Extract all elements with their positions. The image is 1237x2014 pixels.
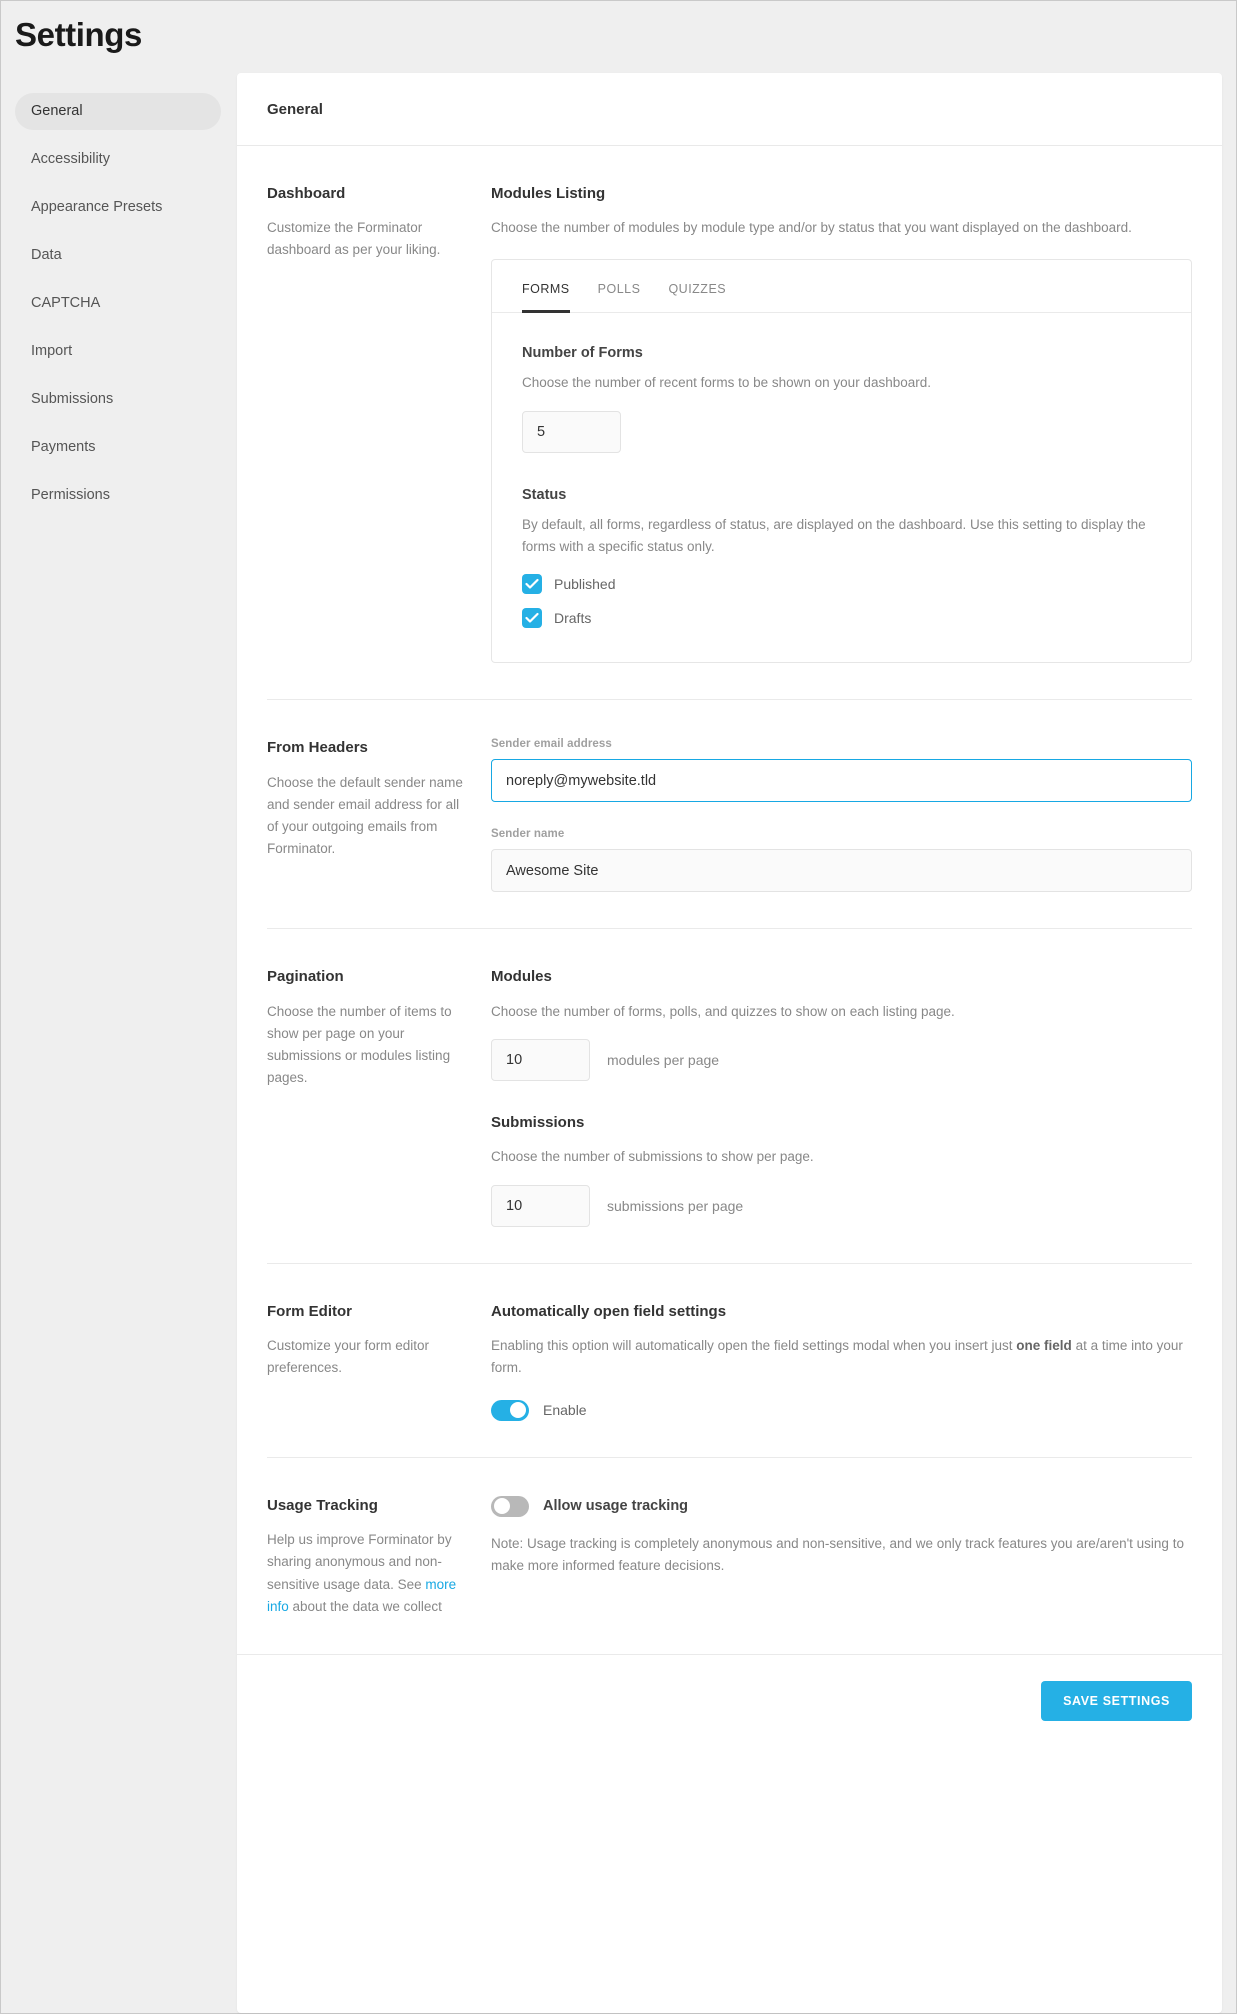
modules-listing-desc: Choose the number of modules by module t… [491,220,1132,236]
usage-tracking-desc-before: Help us improve Forminator by sharing an… [267,1532,452,1592]
modules-per-page-input[interactable] [491,1038,590,1081]
sidebar-item-import[interactable]: Import [15,333,221,370]
submissions-per-page-input[interactable] [491,1184,590,1227]
status-option-drafts-label: Drafts [554,610,592,627]
section-dashboard-left: Dashboard Customize the Forminator dashb… [267,184,491,664]
auto-open-toggle-label: Enable [543,1402,587,1419]
usage-tracking-desc-after: about the data we collect [288,1599,442,1615]
modules-per-page-suffix: modules per page [607,1051,720,1068]
usage-tracking-toggle-label: Allow usage tracking [543,1498,689,1515]
tabpanel-forms: Number of Forms Choose the number of rec… [492,313,1191,662]
settings-page: Settings General Accessibility Appearanc… [0,0,1237,2014]
card-footer: SAVE SETTINGS [237,1654,1222,1747]
modules-listing-tabbox: FORMS POLLS QUIZZES Number of Forms Choo… [491,259,1192,664]
section-from-headers: From Headers Choose the default sender n… [267,700,1192,930]
usage-tracking-toggle[interactable] [491,1495,529,1517]
section-pagination-right: Modules Choose the number of forms, poll… [491,967,1192,1227]
auto-open-desc-bold: one field [1016,1338,1072,1354]
pagination-modules-field: modules per page [491,1038,1192,1081]
status-title: Status [522,486,567,503]
submissions-per-page-suffix: submissions per page [607,1197,744,1214]
dashboard-desc: Customize the Forminator dashboard as pe… [267,220,441,258]
page-layout: General Accessibility Appearance Presets… [1,72,1236,2013]
dashboard-title: Dashboard [267,184,346,202]
section-from-headers-left: From Headers Choose the default sender n… [267,738,491,892]
card-header: General [237,73,1222,146]
tab-quizzes[interactable]: QUIZZES [668,260,726,312]
pagination-title: Pagination [267,968,344,986]
checkbox-checked-icon[interactable] [522,608,542,629]
tab-polls[interactable]: POLLS [598,260,641,312]
sender-name-label: Sender name [491,828,565,841]
sidebar-item-appearance-presets[interactable]: Appearance Presets [15,189,221,226]
sidebar-item-payments[interactable]: Payments [15,429,221,466]
sidebar-item-permissions[interactable]: Permissions [15,477,221,514]
toggle-knob [494,1498,510,1515]
section-usage-tracking-right: Allow usage tracking Note: Usage trackin… [491,1495,1192,1619]
number-of-forms-title: Number of Forms [522,345,643,362]
sidebar-item-captcha[interactable]: CAPTCHA [15,285,221,322]
pagination-modules-desc: Choose the number of forms, polls, and q… [491,1003,955,1019]
sender-email-input[interactable] [491,759,1192,803]
status-desc: By default, all forms, regardless of sta… [522,516,1146,554]
section-dashboard-right: Modules Listing Choose the number of mod… [491,184,1192,664]
usage-tracking-note: Note: Usage tracking is completely anony… [491,1535,1184,1573]
section-from-headers-right: Sender email address Sender name [491,738,1192,893]
card-title: General [267,100,323,118]
auto-open-desc: Enabling this option will automatically … [491,1335,1192,1380]
section-pagination-left: Pagination Choose the number of items to… [267,967,491,1227]
page-header: Settings [1,1,1236,73]
settings-card: General Dashboard Customize the Forminat… [237,72,1222,2013]
section-form-editor-right: Automatically open field settings Enabli… [491,1302,1192,1421]
section-dashboard: Dashboard Customize the Forminator dashb… [267,146,1192,701]
auto-open-title: Automatically open field settings [491,1302,727,1320]
settings-sidebar: General Accessibility Appearance Presets… [15,72,221,525]
usage-tracking-title: Usage Tracking [267,1496,378,1514]
number-of-forms-input[interactable] [522,410,621,453]
usage-tracking-desc: Help us improve Forminator by sharing an… [267,1529,467,1618]
from-headers-title: From Headers [267,739,368,757]
status-option-published[interactable]: Published [522,574,1161,595]
pagination-submissions-title: Submissions [491,1113,585,1131]
save-settings-button[interactable]: SAVE SETTINGS [1041,1681,1192,1722]
status-option-published-label: Published [554,576,616,593]
sidebar-item-data[interactable]: Data [15,237,221,274]
form-editor-desc: Customize your form editor preferences. [267,1338,430,1376]
section-form-editor: Form Editor Customize your form editor p… [267,1264,1192,1458]
pagination-submissions-desc: Choose the number of submissions to show… [491,1149,814,1165]
section-form-editor-left: Form Editor Customize your form editor p… [267,1302,491,1421]
checkbox-checked-icon[interactable] [522,574,542,595]
auto-open-desc-before: Enabling this option will automatically … [491,1338,1017,1354]
sidebar-item-general[interactable]: General [15,92,221,130]
sender-name-input[interactable] [491,849,1192,893]
usage-tracking-toggle-row: Allow usage tracking [491,1495,1192,1517]
from-headers-desc: Choose the default sender name and sende… [267,774,463,857]
auto-open-toggle[interactable] [491,1399,529,1421]
sender-email-label: Sender email address [491,738,612,751]
section-pagination: Pagination Choose the number of items to… [267,929,1192,1264]
auto-open-toggle-row: Enable [491,1399,1192,1421]
toggle-knob [510,1402,526,1419]
card-body: Dashboard Customize the Forminator dashb… [237,146,1222,1655]
pagination-submissions-field: submissions per page [491,1184,1192,1227]
modules-listing-tabbar: FORMS POLLS QUIZZES [492,260,1191,314]
section-usage-tracking: Usage Tracking Help us improve Forminato… [267,1458,1192,1655]
pagination-modules-title: Modules [491,968,552,986]
sidebar-item-accessibility[interactable]: Accessibility [15,141,221,178]
number-of-forms-desc: Choose the number of recent forms to be … [522,375,931,391]
modules-listing-title: Modules Listing [491,184,606,202]
sidebar-item-submissions[interactable]: Submissions [15,381,221,418]
status-option-drafts[interactable]: Drafts [522,608,1161,629]
form-editor-title: Form Editor [267,1302,352,1320]
tab-forms[interactable]: FORMS [522,260,570,314]
section-usage-tracking-left: Usage Tracking Help us improve Forminato… [267,1496,491,1619]
page-title: Settings [15,16,142,53]
pagination-desc: Choose the number of items to show per p… [267,1003,452,1086]
